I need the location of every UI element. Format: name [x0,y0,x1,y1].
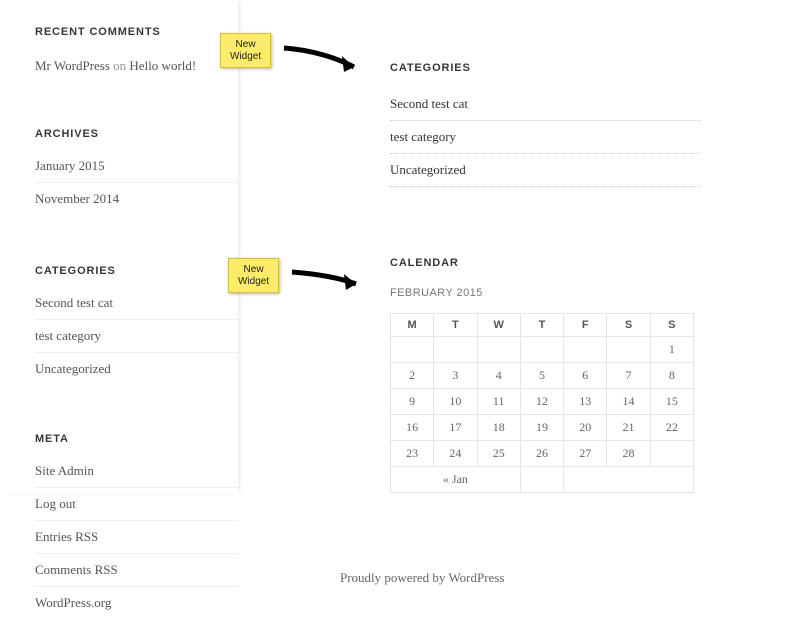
calendar-day[interactable] [564,337,607,363]
calendar-day[interactable] [434,337,477,363]
calendar-day[interactable]: 20 [564,415,607,441]
meta-widget: META Site Admin Log out Entries RSS Comm… [35,433,238,619]
calendar-pad [520,467,563,493]
calendar-dow: W [477,314,520,337]
archives-title: ARCHIVES [35,128,238,140]
calendar-dow: T [434,314,477,337]
calendar-widget: CALENDAR FEBRUARY 2015 M T W T F S S [290,187,800,493]
calendar-dow: S [650,314,693,337]
calendar-day[interactable]: 9 [391,389,434,415]
calendar-day[interactable]: 1 [650,337,693,363]
archive-item: January 2015 [35,158,238,182]
categories-title-sidebar: CATEGORIES [35,265,238,277]
calendar-day[interactable]: 27 [564,441,607,467]
calendar-day[interactable]: 21 [607,415,650,441]
calendar-day[interactable] [607,337,650,363]
calendar-day[interactable] [520,337,563,363]
annotation-label-2: New Widget [228,258,279,293]
calendar-body: 1 2 3 4 5 6 7 8 9 10 11 12 13 14 [391,337,694,467]
calendar-caption: FEBRUARY 2015 [390,287,700,299]
recent-comments-widget: RECENT COMMENTS Mr WordPress on Hello wo… [35,26,238,76]
comment-post-link[interactable]: Hello world! [129,58,196,73]
category-item: test category [35,319,238,352]
categories-widget-main: CATEGORIES Second test cat test category… [290,0,800,187]
archives-widget: ARCHIVES January 2015 November 2014 [35,128,238,215]
category-item: Uncategorized [35,352,238,385]
footer-credit-link[interactable]: Proudly powered by WordPress [340,570,504,585]
calendar-day[interactable]: 22 [650,415,693,441]
calendar-title: CALENDAR [390,257,700,269]
recent-comments-title: RECENT COMMENTS [35,26,238,38]
calendar-day[interactable]: 5 [520,363,563,389]
calendar-day[interactable]: 13 [564,389,607,415]
comment-on-word: on [113,58,126,73]
calendar-day[interactable]: 3 [434,363,477,389]
calendar-dow: T [520,314,563,337]
meta-item: Site Admin [35,463,238,487]
recent-comment-item: Mr WordPress on Hello world! [35,56,238,76]
calendar-dow: F [564,314,607,337]
archive-item: November 2014 [35,182,238,215]
calendar-day[interactable]: 7 [607,363,650,389]
calendar-day[interactable]: 14 [607,389,650,415]
calendar-day[interactable] [391,337,434,363]
calendar-day[interactable]: 15 [650,389,693,415]
calendar-day[interactable] [477,337,520,363]
calendar-next-cell [564,467,694,493]
calendar-day[interactable]: 2 [391,363,434,389]
calendar-day[interactable]: 26 [520,441,563,467]
calendar-day[interactable]: 6 [564,363,607,389]
annotation-label-1: New Widget [220,33,271,68]
calendar-day[interactable]: 18 [477,415,520,441]
calendar-day[interactable]: 8 [650,363,693,389]
main-content: CATEGORIES Second test cat test category… [290,0,800,493]
calendar-dow: M [391,314,434,337]
categories-widget-sidebar: CATEGORIES Second test cat test category… [35,265,238,385]
meta-item: Log out [35,487,238,520]
calendar-dow: S [607,314,650,337]
calendar-day[interactable]: 25 [477,441,520,467]
category-item: Uncategorized [390,153,700,187]
left-sidebar: RECENT COMMENTS Mr WordPress on Hello wo… [0,0,238,494]
calendar-day[interactable]: 11 [477,389,520,415]
calendar-day[interactable]: 17 [434,415,477,441]
calendar-day[interactable]: 24 [434,441,477,467]
calendar-day[interactable]: 12 [520,389,563,415]
calendar-day[interactable]: 28 [607,441,650,467]
meta-item: Entries RSS [35,520,238,553]
calendar-table: M T W T F S S 1 [390,313,694,493]
calendar-prev-link[interactable]: « Jan [443,472,468,486]
calendar-day[interactable]: 23 [391,441,434,467]
calendar-day[interactable]: 19 [520,415,563,441]
calendar-day[interactable] [650,441,693,467]
categories-title-main: CATEGORIES [390,62,700,74]
comment-author-link[interactable]: Mr WordPress [35,58,110,73]
category-item: Second test cat [35,295,238,319]
category-item: test category [390,120,700,153]
meta-item: Comments RSS [35,553,238,586]
footer-credit[interactable]: Proudly powered by WordPress [290,570,800,586]
calendar-day[interactable]: 16 [391,415,434,441]
meta-title: META [35,433,238,445]
calendar-day[interactable]: 10 [434,389,477,415]
calendar-day[interactable]: 4 [477,363,520,389]
meta-item: WordPress.org [35,586,238,619]
category-item: Second test cat [390,96,700,120]
